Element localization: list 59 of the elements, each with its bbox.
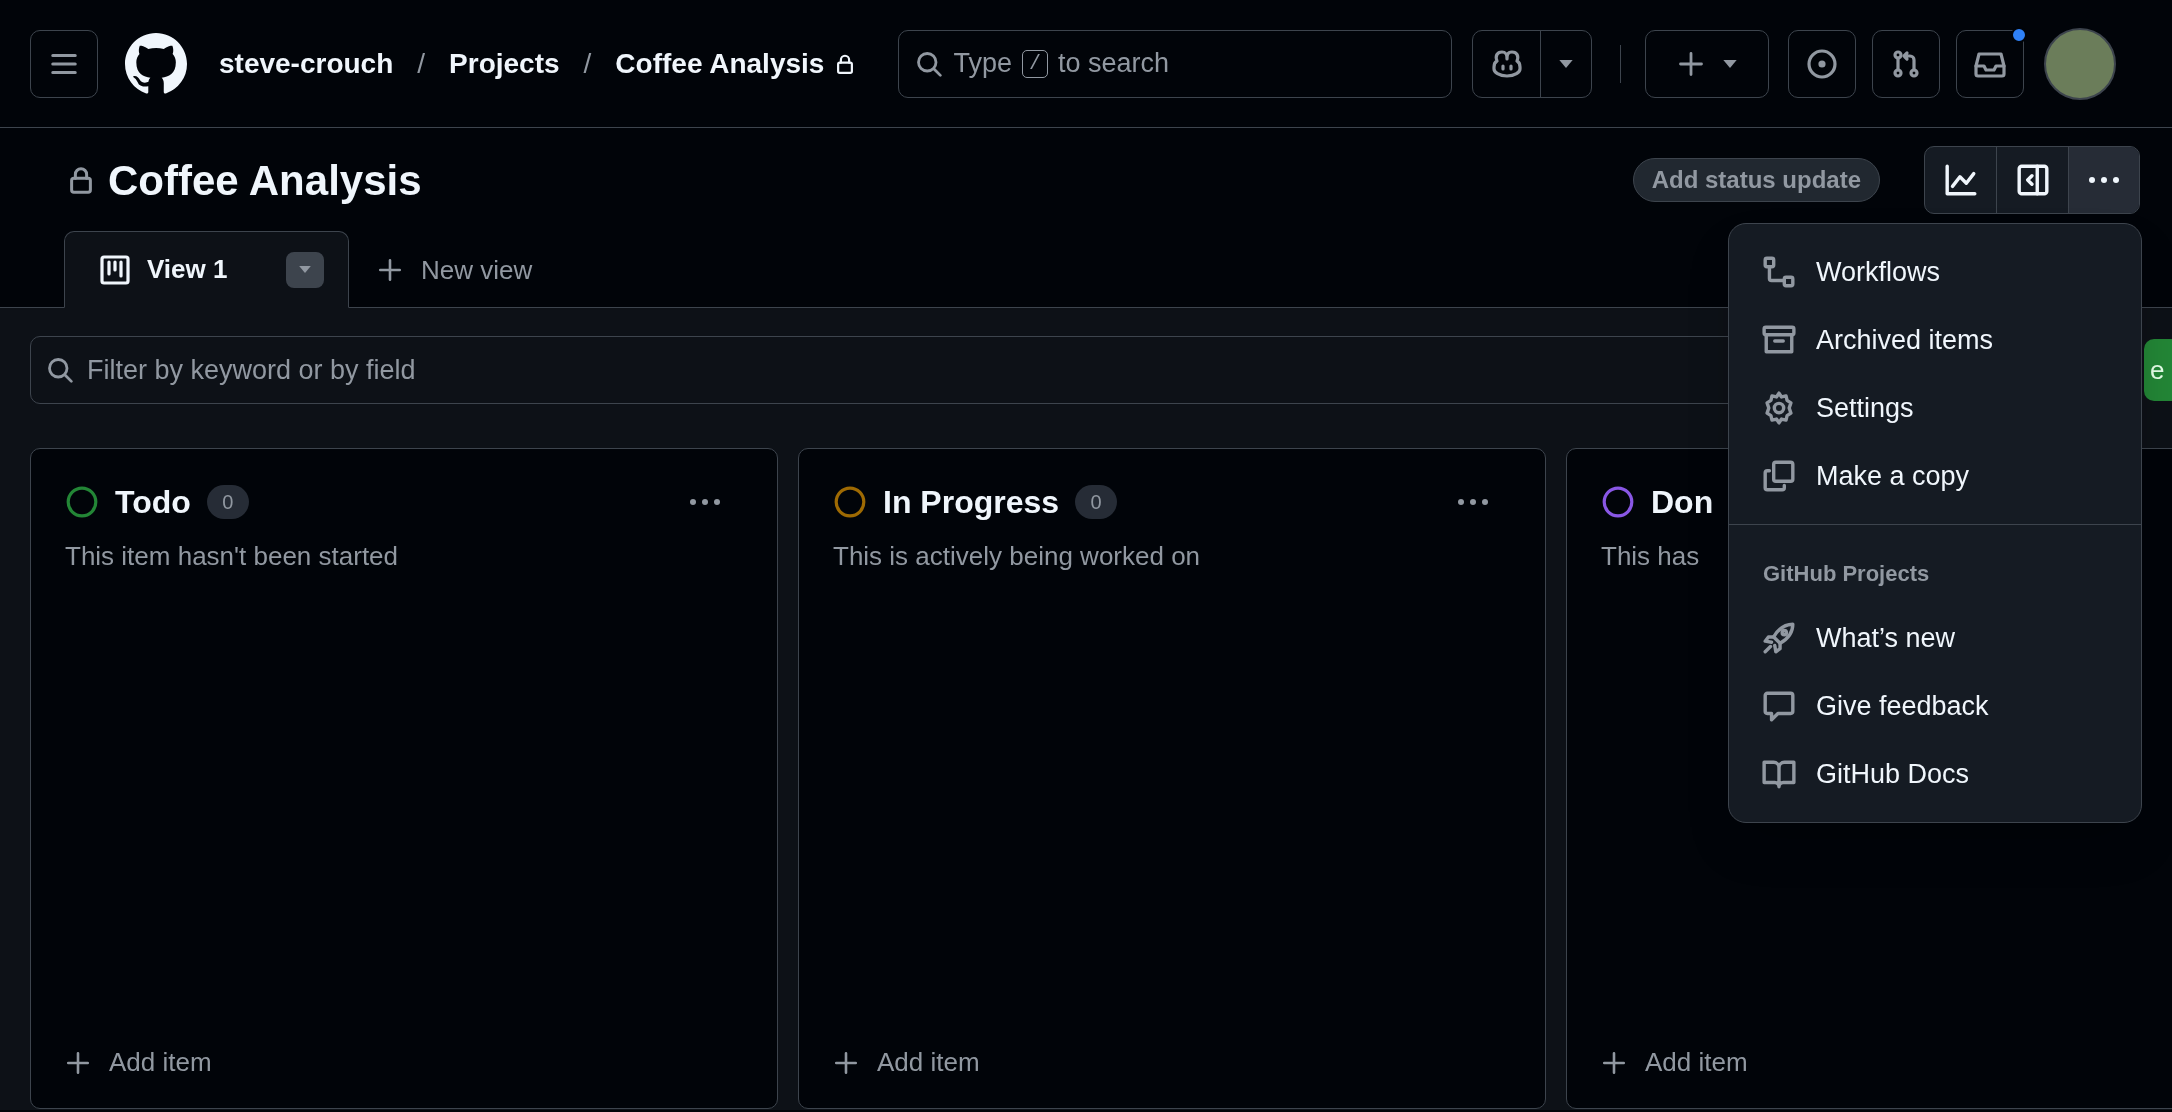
- copy-icon: [1762, 459, 1796, 493]
- add-item-button[interactable]: Add item: [833, 1043, 980, 1082]
- add-item-button[interactable]: Add item: [65, 1043, 212, 1082]
- plus-icon: [833, 1049, 859, 1076]
- add-status-update-button[interactable]: Add status update: [1632, 158, 1880, 202]
- column-title: Don: [1651, 483, 1714, 522]
- search-icon: [915, 49, 944, 78]
- caret-icon: [1723, 59, 1738, 68]
- column-description: This item hasn't been started: [65, 540, 399, 573]
- more-icon: [2088, 176, 2120, 184]
- breadcrumb-link[interactable]: steve-crouch: [219, 42, 394, 85]
- column-title: In Progress: [883, 483, 1060, 522]
- new-view-button[interactable]: New view: [377, 232, 533, 308]
- plus-icon: [377, 257, 403, 283]
- rocket-icon: [1762, 621, 1796, 655]
- item-count: 0: [1075, 485, 1118, 519]
- shortcut-key: /: [1021, 49, 1048, 78]
- caret-icon: [1559, 59, 1574, 68]
- octocat-logo-icon[interactable]: [125, 32, 187, 95]
- breadcrumb-link[interactable]: Coffee Analysis: [615, 42, 857, 85]
- side-panel-icon: [2015, 163, 2050, 197]
- project-title: Coffee Analysis: [108, 155, 422, 206]
- workflow-icon: [1762, 255, 1796, 289]
- copilot-icon: [1490, 47, 1523, 80]
- more-options-button[interactable]: [2069, 147, 2139, 213]
- more-icon: [1455, 498, 1491, 506]
- plus-icon: [1601, 1049, 1627, 1076]
- column-menu-button[interactable]: [1455, 498, 1491, 506]
- view-options-button[interactable]: [286, 251, 324, 288]
- plus-icon: [65, 1049, 91, 1076]
- menu-section-heading: GitHub Projects: [1762, 560, 1931, 588]
- view-tab[interactable]: View 1: [64, 231, 349, 308]
- breadcrumb-link[interactable]: Projects: [449, 42, 560, 85]
- speech-bubble-icon: [1762, 689, 1796, 723]
- plus-icon: [1677, 49, 1706, 78]
- menu-button[interactable]: [30, 29, 98, 98]
- menu-item[interactable]: Make a copy: [1729, 442, 2141, 510]
- menu-item[interactable]: Give feedback: [1729, 672, 2141, 740]
- issue-circle-icon: [1806, 47, 1839, 80]
- column-menu-button[interactable]: [687, 498, 723, 506]
- breadcrumb-separator: /: [583, 46, 592, 81]
- board-icon: [99, 253, 131, 286]
- menu-item[interactable]: Workflows: [1729, 238, 2141, 306]
- line-chart-icon: [1943, 163, 1978, 197]
- breadcrumb-separator: /: [417, 46, 426, 81]
- pull-requests-button[interactable]: [1872, 29, 1941, 98]
- column-description: This is actively being worked on: [833, 540, 1201, 573]
- search-field[interactable]: Type / to search: [898, 29, 1453, 98]
- menu-item[interactable]: GitHub Docs: [1729, 740, 2141, 808]
- save-button[interactable]: e: [2144, 339, 2172, 401]
- column-description: This has: [1601, 540, 1700, 573]
- caret-icon: [299, 266, 311, 273]
- issues-button[interactable]: [1788, 29, 1857, 98]
- more-icon: [687, 498, 723, 506]
- item-count: 0: [206, 485, 249, 519]
- column-title: Todo: [115, 483, 191, 522]
- menu-item[interactable]: What’s new: [1729, 604, 2141, 672]
- add-item-button[interactable]: Add item: [1601, 1043, 1748, 1082]
- settings-icon: [1762, 391, 1796, 425]
